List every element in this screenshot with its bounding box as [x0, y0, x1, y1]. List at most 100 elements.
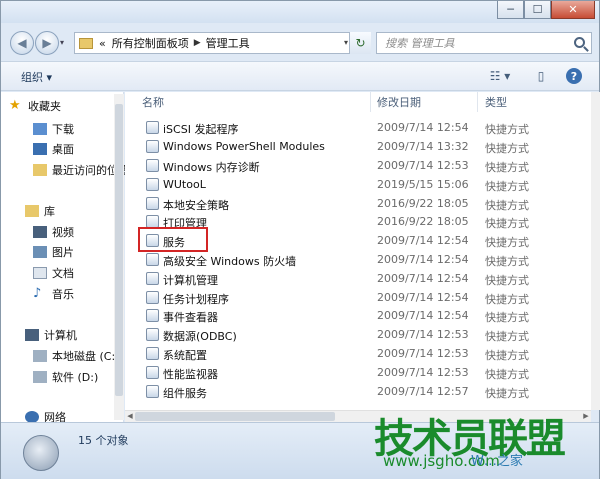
address-dropdown-icon[interactable]: ▾: [344, 38, 348, 47]
navigation-pane: ★ 收藏夹 下载 桌面 最近访问的位置 库 视频 图片 文档 ♪ 音乐 计算机 …: [1, 92, 129, 424]
refresh-button[interactable]: ↻: [349, 32, 371, 54]
file-type: 快捷方式: [485, 199, 529, 212]
file-date: 2016/9/22 18:05: [377, 215, 469, 228]
file-type: 快捷方式: [485, 368, 529, 381]
forward-button[interactable]: ▶: [35, 31, 59, 55]
file-name: Windows 内存诊断: [163, 161, 260, 174]
file-name: 任务计划程序: [163, 293, 229, 306]
nav-libraries[interactable]: 库: [25, 203, 55, 219]
nav-item-label: 文档: [52, 267, 74, 280]
file-row[interactable]: 性能监视器 2009/7/14 12:53 快捷方式: [125, 363, 591, 382]
nav-scroll-thumb[interactable]: [115, 104, 123, 396]
drive-icon: [33, 350, 47, 362]
breadcrumb-admin-tools[interactable]: 管理工具: [206, 35, 250, 51]
column-divider[interactable]: [477, 92, 478, 112]
shortcut-icon: [146, 309, 159, 322]
videos-icon: [33, 226, 47, 238]
file-row[interactable]: Windows PowerShell Modules 2009/7/14 13:…: [125, 137, 591, 156]
search-input[interactable]: 搜索 管理工具: [376, 32, 592, 54]
column-header-name[interactable]: 名称: [142, 94, 164, 110]
file-name: 事件查看器: [163, 311, 218, 324]
shortcut-icon: [146, 159, 159, 172]
nav-favorites-label: 收藏夹: [28, 100, 61, 113]
file-date: 2009/7/14 12:53: [377, 347, 469, 360]
organize-menu[interactable]: 组织 ▾: [21, 69, 52, 85]
scroll-right-icon[interactable]: ▶: [581, 412, 591, 422]
nav-item-desktop[interactable]: 桌面: [33, 141, 74, 157]
file-name: 计算机管理: [163, 274, 218, 287]
file-row[interactable]: 数据源(ODBC) 2009/7/14 12:53 快捷方式: [125, 325, 591, 344]
file-type: 快捷方式: [485, 330, 529, 343]
content-scrollbar[interactable]: [591, 92, 600, 410]
file-list: 名称 修改日期 类型 iSCSI 发起程序 2009/7/14 12:54 快捷…: [125, 92, 591, 410]
window-controls: ─ ☐ ✕: [497, 1, 595, 19]
help-icon[interactable]: ?: [566, 68, 582, 84]
computer-icon: [25, 329, 39, 341]
history-dropdown-icon[interactable]: ▾: [60, 38, 64, 47]
file-name: 数据源(ODBC): [163, 330, 237, 343]
shortcut-icon: [146, 140, 159, 153]
file-row[interactable]: 系统配置 2009/7/14 12:53 快捷方式: [125, 344, 591, 363]
back-button[interactable]: ◀: [10, 31, 34, 55]
nav-item-music[interactable]: ♪ 音乐: [33, 286, 74, 302]
pictures-icon: [33, 246, 47, 258]
file-row[interactable]: iSCSI 发起程序 2009/7/14 12:54 快捷方式: [125, 118, 591, 137]
file-row[interactable]: 高级安全 Windows 防火墙 2009/7/14 12:54 快捷方式: [125, 250, 591, 269]
breadcrumb-overflow[interactable]: «: [99, 37, 106, 50]
horizontal-scroll-thumb[interactable]: [135, 412, 335, 421]
nav-item-videos[interactable]: 视频: [33, 224, 74, 240]
downloads-icon: [33, 123, 47, 135]
shortcut-icon: [146, 121, 159, 134]
nav-item-pictures[interactable]: 图片: [33, 244, 74, 260]
explorer-window: ─ ☐ ✕ ◀ ▶ ▾ « 所有控制面板项 ▶ 管理工具 ▾ ↻ 搜索 管理工具…: [0, 0, 600, 479]
file-type: 快捷方式: [485, 387, 529, 400]
file-row[interactable]: Windows 内存诊断 2009/7/14 12:53 快捷方式: [125, 156, 591, 175]
shortcut-icon: [146, 366, 159, 379]
watermark-extra: W…之家: [471, 454, 523, 469]
file-date: 2019/5/15 15:06: [377, 178, 469, 191]
nav-item-software-d[interactable]: 软件 (D:): [33, 369, 98, 385]
file-type: 快捷方式: [485, 123, 529, 136]
nav-scrollbar[interactable]: [114, 94, 124, 420]
file-row[interactable]: WUtooL 2019/5/15 15:06 快捷方式: [125, 175, 591, 194]
file-date: 2009/7/14 12:54: [377, 121, 469, 134]
nav-item-documents[interactable]: 文档: [33, 265, 74, 281]
nav-item-downloads[interactable]: 下载: [33, 121, 74, 137]
view-options-icon[interactable]: ☷ ▾: [485, 68, 515, 84]
file-name: 系统配置: [163, 349, 207, 362]
breadcrumb-control-panel[interactable]: 所有控制面板项: [112, 35, 189, 51]
file-row[interactable]: 本地安全策略 2016/9/22 18:05 快捷方式: [125, 194, 591, 213]
nav-item-local-disk-c[interactable]: 本地磁盘 (C:): [33, 348, 119, 364]
drive-icon: [33, 371, 47, 383]
file-name: 高级安全 Windows 防火墙: [163, 255, 297, 268]
shortcut-icon: [146, 197, 159, 210]
column-header-date[interactable]: 修改日期: [377, 94, 421, 110]
nav-favorites[interactable]: ★ 收藏夹: [9, 98, 61, 114]
file-row[interactable]: 事件查看器 2009/7/14 12:54 快捷方式: [125, 306, 591, 325]
nav-computer-label: 计算机: [44, 329, 77, 342]
maximize-button[interactable]: ☐: [524, 1, 551, 19]
breadcrumb-separator-icon[interactable]: ▶: [194, 38, 201, 48]
column-header-type[interactable]: 类型: [485, 94, 507, 110]
recent-places-icon: [33, 164, 47, 176]
nav-computer[interactable]: 计算机: [25, 327, 77, 343]
preview-pane-icon[interactable]: ▯: [533, 68, 549, 84]
file-type: 快捷方式: [485, 161, 529, 174]
address-bar[interactable]: « 所有控制面板项 ▶ 管理工具 ▾: [74, 32, 371, 54]
minimize-button[interactable]: ─: [497, 1, 524, 19]
services-highlight-box: [138, 227, 208, 252]
file-row[interactable]: 计算机管理 2009/7/14 12:54 快捷方式: [125, 269, 591, 288]
search-icon[interactable]: [574, 37, 585, 48]
command-bar: 组织 ▾ ☷ ▾ ▯ ?: [1, 61, 599, 91]
file-row[interactable]: 任务计划程序 2009/7/14 12:54 快捷方式: [125, 288, 591, 307]
file-row[interactable]: 组件服务 2009/7/14 12:57 快捷方式: [125, 382, 591, 401]
desktop-icon: [33, 143, 47, 155]
search-placeholder: 搜索 管理工具: [385, 37, 455, 50]
file-type: 快捷方式: [485, 349, 529, 362]
nav-item-label: 视频: [52, 226, 74, 239]
file-date: 2009/7/14 12:54: [377, 291, 469, 304]
close-button[interactable]: ✕: [551, 1, 595, 19]
column-divider[interactable]: [370, 92, 371, 112]
scroll-left-icon[interactable]: ◀: [125, 412, 135, 422]
title-bar: ─ ☐ ✕: [1, 1, 599, 23]
